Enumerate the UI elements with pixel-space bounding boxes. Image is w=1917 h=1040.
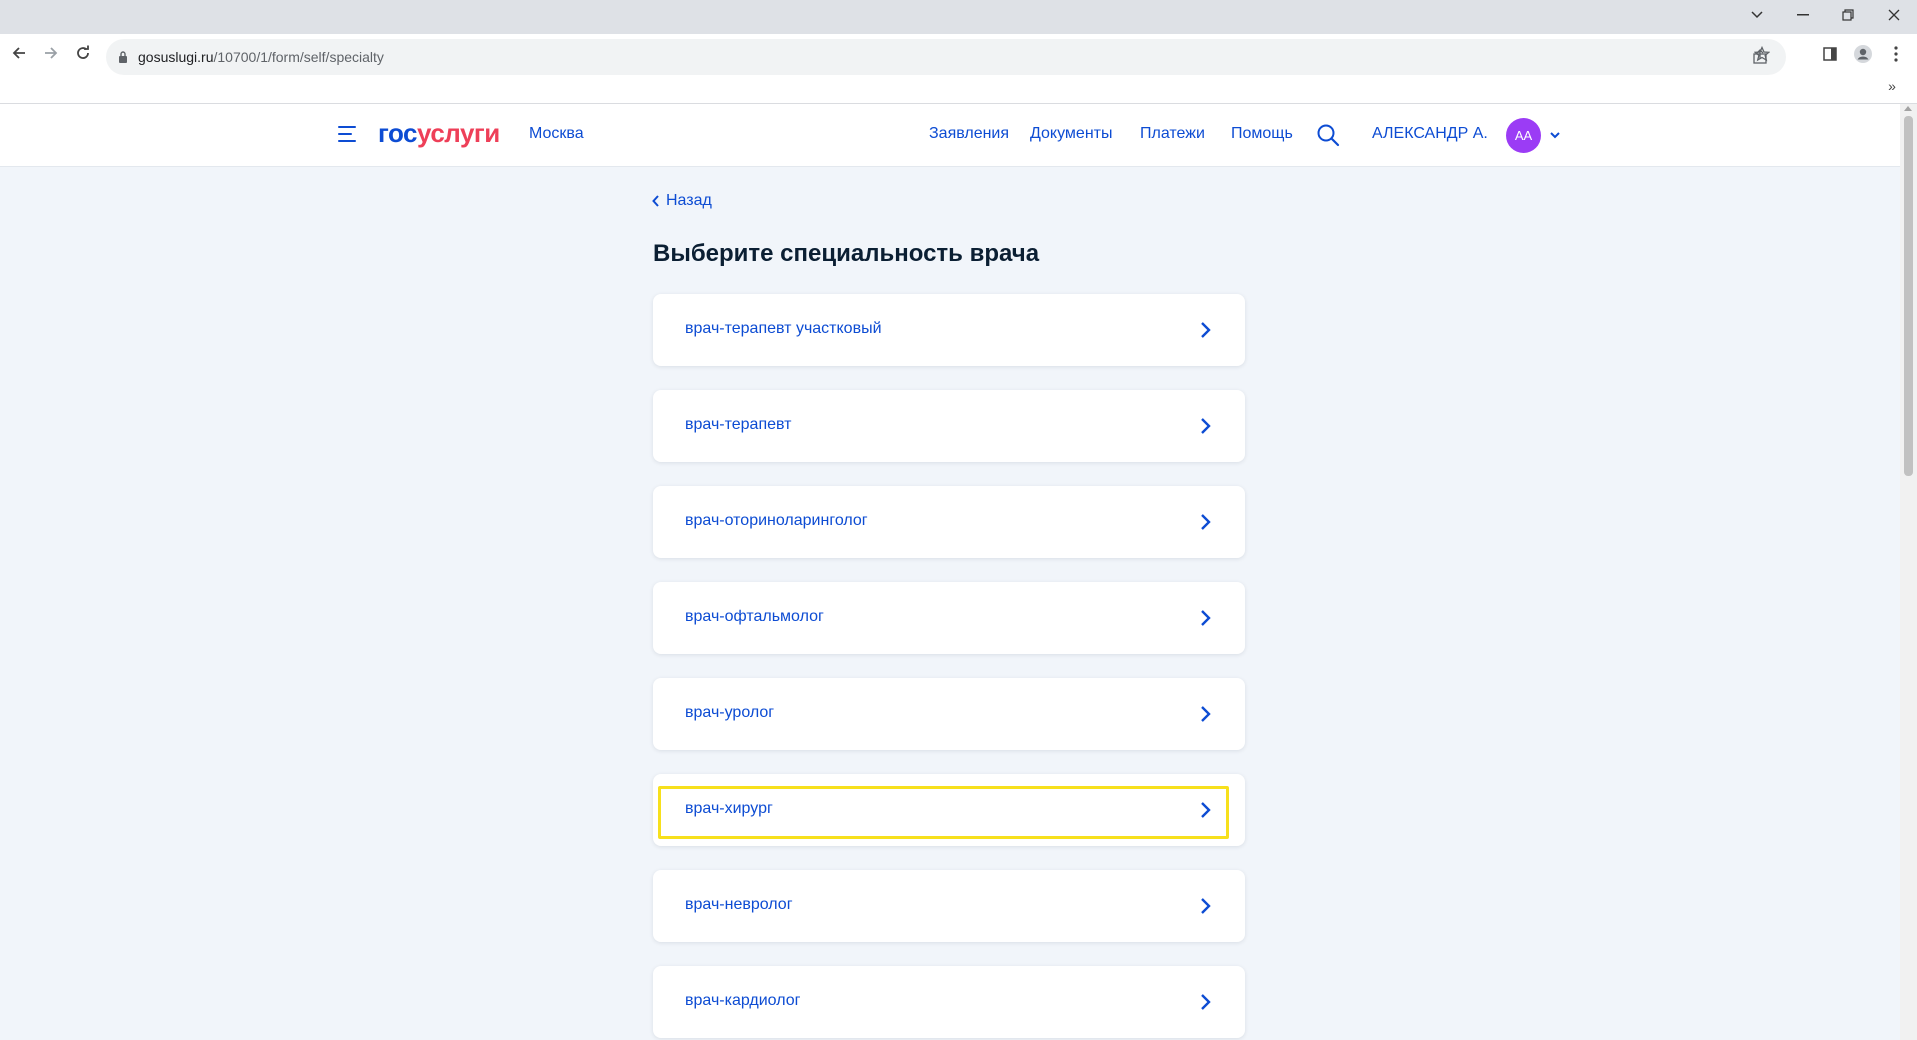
profile-icon[interactable] bbox=[1851, 42, 1875, 66]
url-host: gosuslugi.ru bbox=[138, 49, 214, 65]
specialty-label: врач-хирург bbox=[685, 800, 773, 817]
page-title: Выберите специальность врача bbox=[653, 240, 1040, 267]
logo-part-uslugi: услуги bbox=[417, 118, 500, 148]
chevron-right-icon bbox=[1201, 514, 1211, 530]
scroll-up-arrow-icon[interactable] bbox=[1904, 106, 1912, 111]
chevron-right-icon bbox=[1201, 898, 1211, 914]
chevron-right-icon bbox=[1201, 706, 1211, 722]
tab-search-icon[interactable] bbox=[1734, 0, 1780, 30]
reload-icon[interactable] bbox=[68, 38, 98, 68]
back-link[interactable]: Назад bbox=[652, 192, 712, 210]
scrollbar[interactable] bbox=[1900, 104, 1917, 1040]
logo-part-gos: гос bbox=[378, 118, 418, 148]
specialty-label: врач-оториноларинголог bbox=[685, 512, 868, 529]
nav-payments[interactable]: Платежи bbox=[1140, 125, 1205, 143]
chevron-right-icon bbox=[1201, 322, 1211, 338]
browser-titlebar bbox=[0, 0, 1917, 34]
bookmark-star-icon[interactable] bbox=[1750, 42, 1774, 66]
back-arrow-icon[interactable] bbox=[4, 38, 34, 68]
restore-icon[interactable] bbox=[1825, 0, 1871, 30]
more-menu-icon[interactable] bbox=[1884, 42, 1908, 66]
chevron-right-icon bbox=[1201, 610, 1211, 626]
menu-icon[interactable] bbox=[338, 126, 360, 146]
specialty-label: врач-офтальмолог bbox=[685, 608, 824, 625]
specialty-card[interactable]: врач-хирург bbox=[653, 774, 1245, 846]
chevron-down-icon[interactable] bbox=[1548, 128, 1562, 142]
specialty-card[interactable]: врач-терапевт участковый bbox=[653, 294, 1245, 366]
bookmarks-overflow-icon[interactable]: » bbox=[1880, 74, 1904, 98]
chevron-left-icon bbox=[652, 195, 659, 207]
specialty-label: врач-кардиолог bbox=[685, 992, 801, 1009]
url-path: /10700/1/form/self/specialty bbox=[213, 49, 384, 65]
close-icon[interactable] bbox=[1871, 0, 1917, 30]
user-name[interactable]: АЛЕКСАНДР А. bbox=[1372, 125, 1488, 143]
specialty-card[interactable]: врач-оториноларинголог bbox=[653, 486, 1245, 558]
specialty-label: врач-невролог bbox=[685, 896, 793, 913]
specialty-list: врач-терапевт участковый врач-терапевт вра… bbox=[653, 294, 1245, 1040]
region-selector[interactable]: Москва bbox=[529, 125, 584, 143]
specialty-card[interactable]: врач-офтальмолог bbox=[653, 582, 1245, 654]
address-bar[interactable]: gosuslugi.ru/10700/1/form/self/specialty bbox=[106, 39, 1786, 75]
chevron-right-icon bbox=[1201, 418, 1211, 434]
specialty-card[interactable]: врач-терапевт bbox=[653, 390, 1245, 462]
nav-help[interactable]: Помощь bbox=[1231, 125, 1293, 143]
minimize-icon[interactable] bbox=[1780, 0, 1826, 30]
specialty-card[interactable]: врач-уролог bbox=[653, 678, 1245, 750]
chevron-right-icon bbox=[1201, 802, 1211, 818]
chevron-right-icon bbox=[1201, 994, 1211, 1010]
browser-toolbar: gosuslugi.ru/10700/1/form/self/specialty… bbox=[0, 34, 1917, 104]
specialty-label: врач-терапевт участковый bbox=[685, 320, 882, 337]
back-label: Назад bbox=[666, 192, 712, 209]
url-text: gosuslugi.ru/10700/1/form/self/specialty bbox=[138, 49, 384, 65]
scroll-thumb[interactable] bbox=[1904, 116, 1913, 476]
lock-icon bbox=[118, 50, 128, 68]
specialty-label: врач-терапевт bbox=[685, 416, 792, 433]
forward-arrow-icon[interactable] bbox=[36, 38, 66, 68]
site-header: госуслуги Москва Заявления Документы Пла… bbox=[0, 104, 1900, 167]
logo[interactable]: госуслуги bbox=[378, 118, 500, 149]
nav-documents[interactable]: Документы bbox=[1030, 125, 1112, 143]
side-panel-icon[interactable] bbox=[1818, 42, 1842, 66]
avatar[interactable]: АА bbox=[1506, 118, 1541, 153]
nav-applications[interactable]: Заявления bbox=[929, 125, 1009, 143]
specialty-card[interactable]: врач-невролог bbox=[653, 870, 1245, 942]
specialty-label: врач-уролог bbox=[685, 704, 775, 721]
specialty-card[interactable]: врач-кардиолог bbox=[653, 966, 1245, 1038]
search-icon[interactable] bbox=[1316, 123, 1342, 149]
